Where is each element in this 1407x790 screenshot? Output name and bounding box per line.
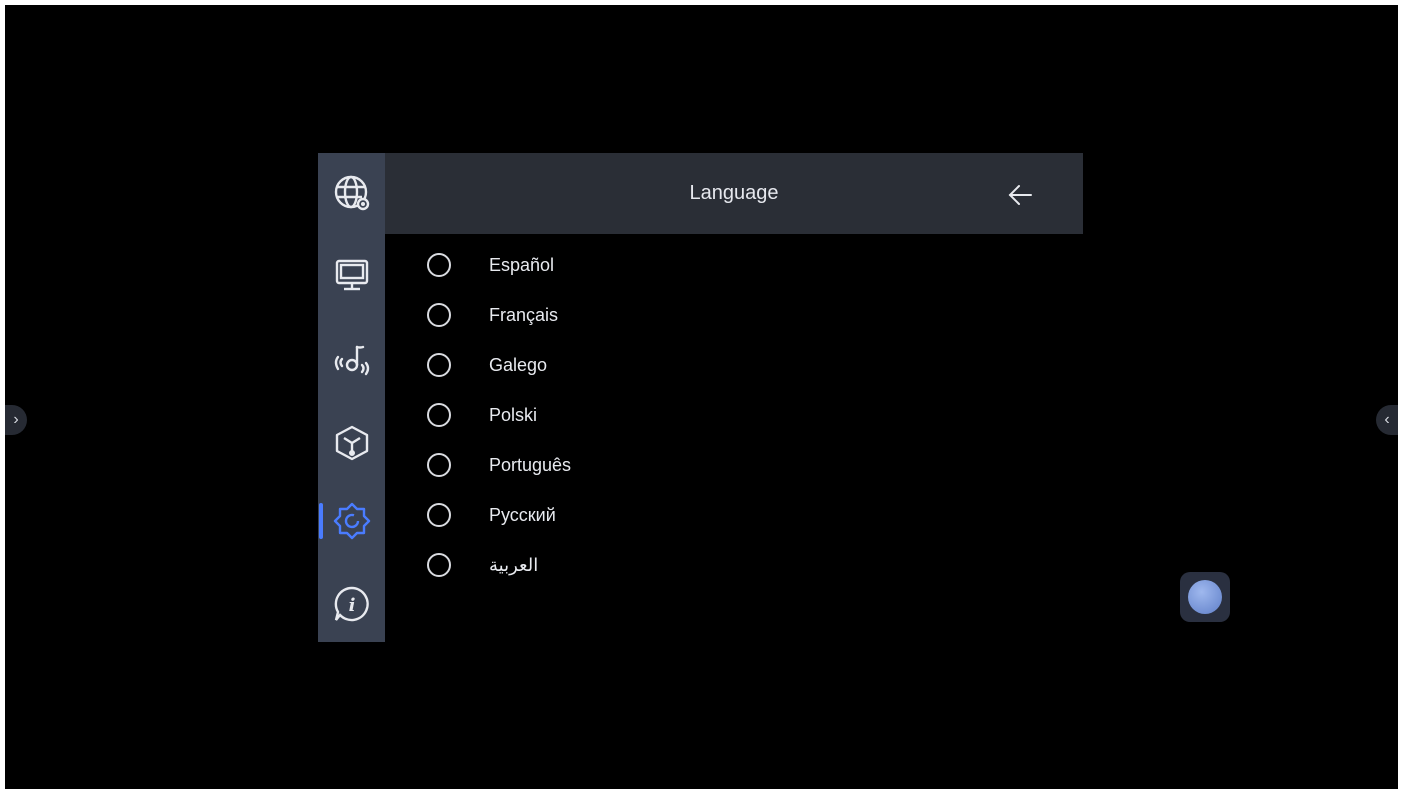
language-label: العربية: [489, 554, 539, 575]
language-option[interactable]: Español: [425, 245, 825, 285]
arrow-left-icon: [1008, 185, 1032, 205]
back-button[interactable]: [1000, 175, 1040, 215]
chevron-right-icon: ›: [13, 411, 19, 428]
sidebar-item-settings[interactable]: [318, 493, 385, 549]
language-option[interactable]: Русский: [425, 495, 825, 535]
language-label: Português: [489, 454, 572, 475]
language-option[interactable]: Français: [425, 295, 825, 335]
language-label: Русский: [489, 504, 556, 525]
expand-left-handle[interactable]: ›: [5, 405, 27, 435]
floating-assist-button[interactable]: [1180, 572, 1230, 622]
radio-button[interactable]: [427, 403, 451, 427]
page-header: Language: [385, 153, 1083, 234]
language-label: Français: [489, 304, 559, 325]
svg-text:i: i: [348, 595, 355, 616]
cube-icon: [335, 425, 368, 461]
settings-sidebar: i: [318, 153, 385, 642]
network-settings-icon: [334, 175, 369, 211]
sidebar-item-info[interactable]: i: [318, 576, 385, 632]
audio-icon: [334, 345, 369, 376]
language-option[interactable]: العربية: [425, 545, 825, 585]
language-option[interactable]: Galego: [425, 345, 825, 385]
sidebar-item-system[interactable]: [318, 415, 385, 471]
radio-button[interactable]: [427, 353, 451, 377]
gear-icon: [333, 502, 370, 540]
info-icon: i: [334, 586, 369, 622]
sidebar-item-network[interactable]: [318, 165, 385, 221]
radio-button[interactable]: [427, 453, 451, 477]
radio-button[interactable]: [427, 503, 451, 527]
sidebar-item-display[interactable]: [318, 247, 385, 303]
display-icon: [335, 259, 368, 291]
sidebar-item-audio[interactable]: [318, 331, 385, 387]
chevron-left-icon: ‹: [1384, 411, 1390, 428]
language-label: Español: [489, 254, 555, 275]
language-option[interactable]: Polski: [425, 395, 825, 435]
screen: › ‹ i Language Español Français Galego P…: [5, 5, 1398, 789]
language-label: Polski: [489, 404, 538, 425]
expand-right-handle[interactable]: ‹: [1376, 405, 1398, 435]
radio-button[interactable]: [427, 303, 451, 327]
radio-button[interactable]: [427, 553, 451, 577]
assist-ball-icon: [1188, 580, 1222, 614]
language-label: Galego: [489, 354, 548, 375]
page-title: Language: [689, 182, 779, 204]
language-option[interactable]: Português: [425, 445, 825, 485]
radio-button[interactable]: [427, 253, 451, 277]
